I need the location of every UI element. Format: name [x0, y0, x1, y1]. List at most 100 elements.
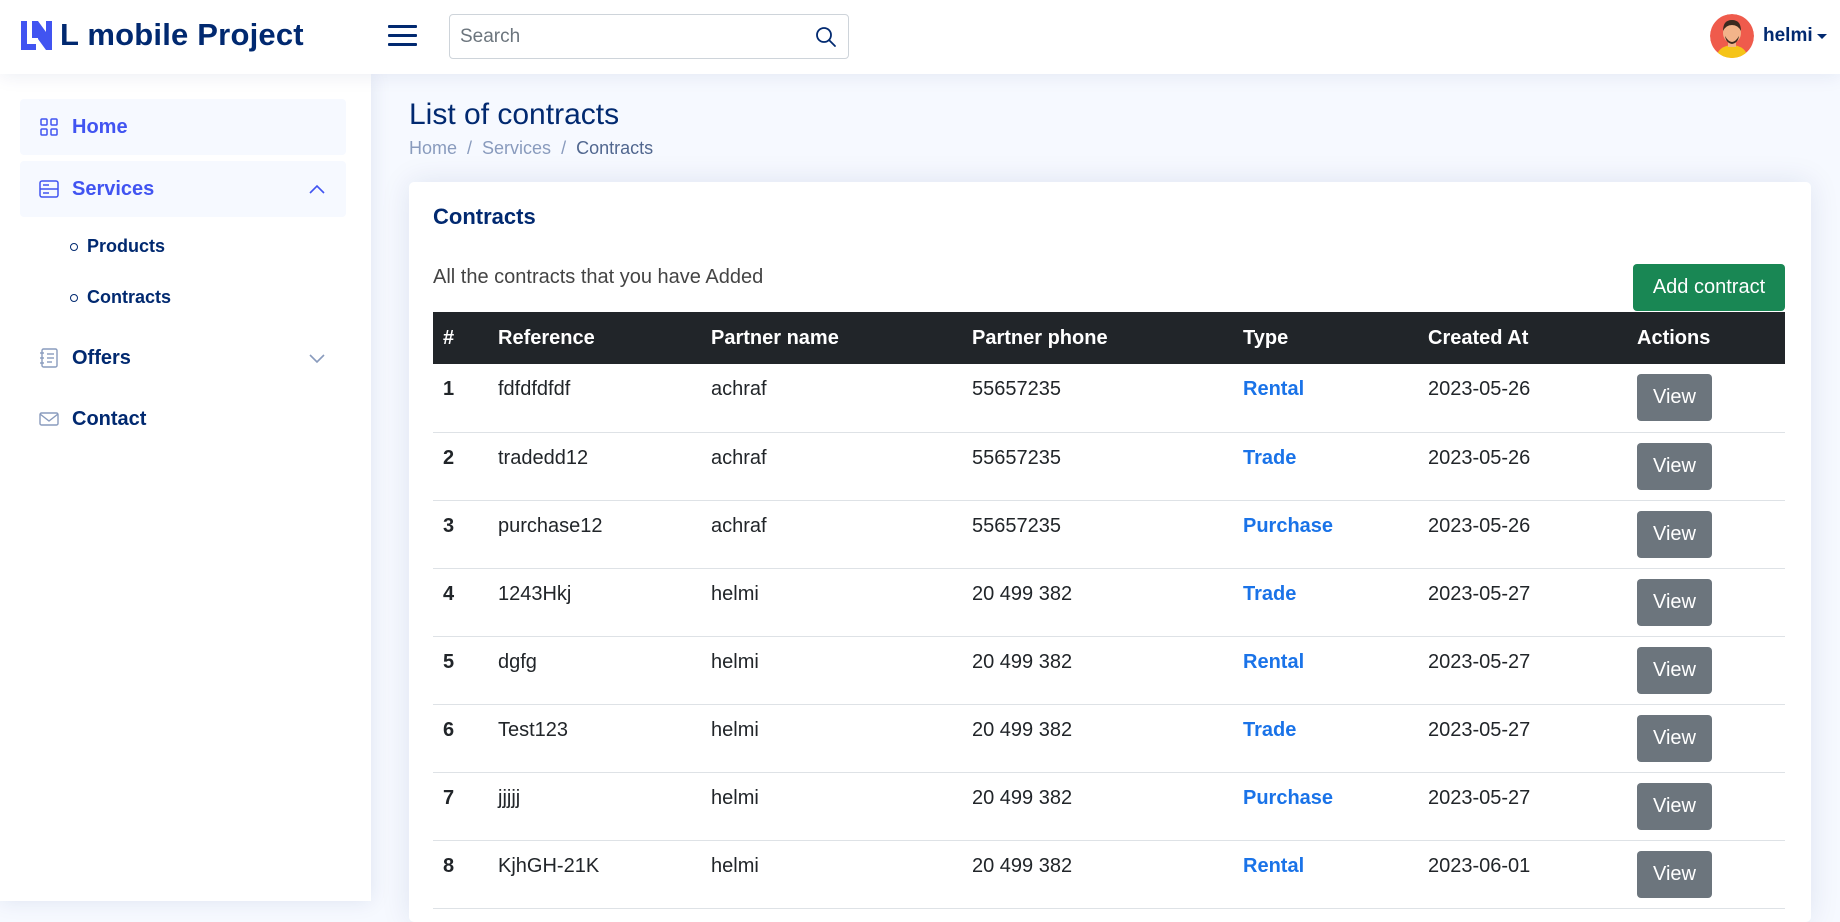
- reference-cell: Test123: [498, 718, 569, 741]
- type-cell: Purchase: [1243, 514, 1334, 537]
- type-cell: Trade: [1243, 582, 1297, 605]
- chevron-down-icon: [309, 354, 325, 364]
- actions-cell: View: [1627, 840, 1785, 908]
- actions-cell: View: [1627, 500, 1785, 568]
- reference-cell: KjhGH-21K: [498, 854, 600, 877]
- column-header: Reference: [498, 326, 595, 349]
- type-cell: Rental: [1243, 650, 1305, 673]
- reference-cell: dgfg: [498, 650, 537, 673]
- row-number: 7: [443, 786, 455, 809]
- breadcrumb-separator: /: [561, 138, 567, 158]
- row-number: 8: [443, 854, 455, 877]
- caret-down-icon: [1816, 33, 1827, 39]
- table-row: 8 KjhGH-21K helmi 20 499 382 Rental 2023-06-0…: [433, 840, 1785, 908]
- created-at-cell: 2023-05-26: [1428, 378, 1531, 400]
- sidebar-item-contact[interactable]: Contact: [20, 391, 346, 447]
- view-button[interactable]: View: [1637, 850, 1712, 898]
- view-button[interactable]: View: [1637, 510, 1712, 558]
- created-at-cell: 2023-05-27: [1428, 650, 1531, 673]
- type-cell: Rental: [1243, 854, 1305, 877]
- partner-name-cell: helmi: [711, 650, 759, 673]
- row-number: 1: [443, 378, 455, 400]
- column-header: Partner phone: [972, 326, 1108, 349]
- contracts-table: # Reference Partner name Partner phone T…: [433, 312, 1785, 909]
- reference-cell: purchase12: [498, 514, 603, 537]
- sidebar-subitem-contracts[interactable]: Contracts: [70, 287, 171, 308]
- hamburger-line: [388, 25, 417, 28]
- search-icon: [816, 26, 836, 47]
- created-at-cell: 2023-05-26: [1428, 514, 1531, 537]
- breadcrumb-services[interactable]: Services: [482, 138, 551, 159]
- actions-cell: View: [1627, 568, 1785, 636]
- search-input[interactable]: [450, 16, 804, 57]
- partner-name-cell: helmi: [711, 582, 759, 605]
- created-at-cell: 2023-05-26: [1428, 446, 1531, 469]
- sidebar: Home Services Products Contracts Offers …: [0, 74, 371, 901]
- partner-name-cell: helmi: [711, 718, 759, 741]
- partner-phone-cell: 20 499 382: [972, 718, 1073, 741]
- contracts-card: Contracts All the contracts that you hav…: [409, 182, 1811, 922]
- breadcrumb: Home / Services / Contracts: [409, 138, 653, 159]
- column-header: Partner name: [711, 326, 839, 349]
- table-row: 4 1243Hkj helmi 20 499 382 Trade 2023-05-27 Vi…: [433, 568, 1785, 636]
- grid-icon: [40, 118, 58, 136]
- table-row: 6 Test123 helmi 20 499 382 Trade 2023-05-27 Vi…: [433, 704, 1785, 772]
- reference-cell: fdfdfdfdf: [498, 378, 571, 400]
- column-header: #: [443, 326, 455, 349]
- layout-text-icon: [39, 180, 59, 198]
- reference-cell: tradedd12: [498, 446, 589, 469]
- breadcrumb-current: Contracts: [576, 138, 654, 158]
- view-button[interactable]: View: [1637, 374, 1712, 421]
- sidebar-item-services[interactable]: Services: [20, 161, 346, 217]
- table-row: 7 jjjjj helmi 20 499 382 Purchase 2023-05-27 V…: [433, 772, 1785, 840]
- hamburger-line: [388, 43, 417, 46]
- circle-icon: [70, 293, 78, 302]
- logo-icon: [21, 21, 52, 50]
- sidebar-item-offers[interactable]: Offers: [20, 330, 346, 386]
- column-header: Actions: [1637, 326, 1711, 349]
- partner-name-cell: achraf: [711, 446, 767, 469]
- breadcrumb-separator: /: [467, 138, 473, 158]
- breadcrumb-home[interactable]: Home: [409, 138, 457, 159]
- view-button[interactable]: View: [1637, 578, 1712, 626]
- created-at-cell: 2023-06-01: [1428, 854, 1531, 877]
- sidebar-item-label: Home: [72, 115, 128, 138]
- table-row: 2 tradedd12 achraf 55657235 Trade 2023-05-26 V…: [433, 432, 1785, 500]
- top-header: L mobile Project helmi: [0, 0, 1840, 74]
- partner-name-cell: achraf: [711, 378, 767, 400]
- sidebar-subitem-products[interactable]: Products: [70, 236, 165, 257]
- profile-name: helmi: [1763, 25, 1813, 46]
- sidebar-subitem-label: Contracts: [87, 287, 172, 307]
- circle-icon: [70, 242, 78, 251]
- sidebar-item-label: Contact: [72, 407, 147, 430]
- view-button[interactable]: View: [1637, 714, 1712, 762]
- row-number: 4: [443, 582, 455, 605]
- row-number: 3: [443, 514, 455, 537]
- view-button[interactable]: View: [1637, 646, 1712, 694]
- actions-cell: View: [1627, 636, 1785, 704]
- actions-cell: View: [1627, 772, 1785, 840]
- search-button[interactable]: [804, 17, 848, 57]
- envelope-icon: [39, 412, 59, 426]
- partner-phone-cell: 20 499 382: [972, 582, 1073, 605]
- sidebar-toggle-button[interactable]: [388, 23, 418, 49]
- column-header: Created At: [1428, 326, 1529, 349]
- view-button[interactable]: View: [1637, 782, 1712, 830]
- add-contract-button[interactable]: Add contract: [1633, 264, 1785, 311]
- reference-cell: 1243Hkj: [498, 582, 572, 605]
- sidebar-item-home[interactable]: Home: [20, 99, 346, 155]
- created-at-cell: 2023-05-27: [1428, 582, 1531, 605]
- profile-dropdown[interactable]: helmi: [1710, 14, 1827, 58]
- page-title: List of contracts: [409, 98, 620, 131]
- chevron-up-icon: [309, 184, 325, 194]
- partner-name-cell: helmi: [711, 786, 759, 809]
- logo[interactable]: L mobile Project: [20, 17, 304, 53]
- table-header-row: # Reference Partner name Partner phone T…: [433, 312, 1785, 364]
- partner-phone-cell: 20 499 382: [972, 854, 1073, 877]
- partner-phone-cell: 55657235: [972, 378, 1061, 400]
- view-button[interactable]: View: [1637, 442, 1712, 490]
- column-header: Type: [1243, 326, 1289, 349]
- card-subtitle: All the contracts that you have Added: [433, 266, 764, 288]
- created-at-cell: 2023-05-27: [1428, 718, 1531, 741]
- table-row: 1 fdfdfdfdf achraf 55657235 Rental 2023-05-26…: [433, 364, 1785, 432]
